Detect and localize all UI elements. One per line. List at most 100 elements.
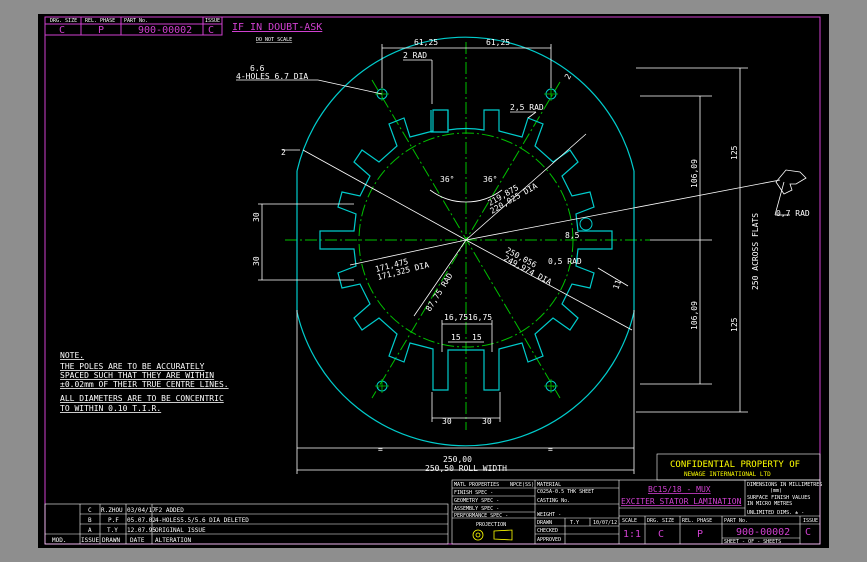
tb-drawn-date: 10/07/12 (593, 520, 617, 526)
hdr-issue: C (208, 25, 214, 36)
hdr-drg-size: C (59, 25, 65, 36)
dim-106-lower: 106,09 (690, 301, 699, 330)
rev-a-alteration: ORIGINAL ISSUE (155, 527, 206, 534)
tb-approved: APPROVED (537, 537, 561, 543)
tb-scale-label: SCALE (622, 518, 637, 524)
tb-units-2: (mm) (770, 488, 782, 494)
hdr-label-drg-size: DRG. SIZE (50, 18, 77, 24)
rev-footer-mod: MOD. (52, 537, 66, 544)
dim-16-75-right: 16,75 (468, 313, 492, 322)
tb-rel-phase-label: REL. PHASE (682, 518, 712, 524)
dim-angle-36-right: 36° (483, 175, 497, 184)
dim-roll-width: 250,50 ROLL WIDTH (425, 464, 507, 473)
rev-footer-drawn: DRAWN (102, 537, 120, 544)
dim-61-right: 61,25 (486, 38, 510, 47)
rev-footer-date: DATE (130, 537, 145, 544)
tb-geometry: GEOMETRY SPEC - (454, 498, 499, 504)
dim-equal-left: = (378, 445, 383, 454)
tb-checked: CHECKED (537, 528, 558, 534)
drawing-title-2: EXCITER STATOR LAMINATION (621, 497, 742, 506)
dim-30-bottom-right: 30 (482, 417, 492, 426)
projection-symbol (472, 529, 513, 541)
tb-casting: CASTING No. (537, 498, 570, 504)
cad-drawing: DRG. SIZE REL. PHASE PART No. ISSUE C P … (44, 16, 822, 545)
tb-finish: FINISH SPEC - (454, 490, 493, 496)
dim-2-5-rad: 2,5 RAD (510, 103, 544, 112)
rev-footer-issue: ISSUE (81, 537, 99, 544)
drawing-title-1: BC15/18 - MUX (648, 485, 711, 494)
dim-87-rad: 87,75 RAD (424, 271, 455, 313)
tb-rel-phase-val: P (697, 529, 703, 540)
dim-250-width: 250,00 (443, 455, 472, 464)
rev-c-drawn: R.ZHOU (101, 507, 123, 514)
tb-performance: PERFORMANCE SPEC - (454, 513, 508, 519)
detail-circle (579, 217, 593, 231)
notes-block: NOTE. THE POLES ARE TO BE ACCURATELY SPA… (60, 351, 229, 413)
dim-2-left: 2 (281, 148, 286, 157)
tb-part-val: 900-00002 (736, 527, 790, 538)
dim-30-lower: 30 (252, 256, 261, 266)
tb-sheet: SHEET - OF - SHEETS (724, 539, 781, 545)
detail-callout (775, 169, 807, 195)
dim-angle-36-left: 36° (440, 175, 454, 184)
dim-125-upper: 125 (730, 145, 739, 160)
dim-15-right: 15 (472, 333, 482, 342)
no-scale-note: DO NOT SCALE (256, 37, 292, 43)
tb-material-label: MATERIAL (537, 482, 561, 488)
rev-b-drawn: P.F (108, 517, 119, 524)
tb-scale-val: 1:1 (623, 529, 641, 540)
tb-weight: WEIGHT - (537, 512, 561, 518)
rev-b-issue: B (88, 517, 92, 524)
tb-issue-label: ISSUE (803, 518, 818, 524)
dim-30-bottom-left: 30 (442, 417, 452, 426)
tb-material-val: C025A-0.5 THK SHEET (537, 489, 594, 495)
dim-125-lower: 125 (730, 317, 739, 332)
dim-equal-right: = (548, 445, 553, 454)
tb-matl-props-val: NPCE(SS) (510, 482, 534, 488)
rev-c-issue: C (88, 507, 92, 514)
tb-drg-size-label: DRG. SIZE (647, 518, 674, 524)
dim-61-left: 61,25 (414, 38, 438, 47)
rev-a-issue: A (88, 527, 92, 534)
tb-units-1: DIMENSIONS IN MILLIMETRES (747, 482, 822, 488)
note-line-2: SPACED SUCH THAT THEY ARE WITHIN (60, 371, 214, 380)
note-line-3: ±0.02mm OF THEIR TRUE CENTRE LINES. (60, 380, 229, 389)
rev-c-alteration: F2 ADDED (155, 507, 184, 514)
company-name: NEWAGE INTERNATIONAL LTD (684, 471, 771, 478)
rev-b-date: 05.07.02 (127, 517, 156, 524)
tb-assembly: ASSEMBLY SPEC - (454, 506, 499, 512)
tb-surface-2: IN MICRO METRES (747, 501, 792, 507)
dim-8-5: 8,5 (565, 231, 580, 240)
rev-a-date: 12.07.95 (127, 527, 156, 534)
note-heading: NOTE. (60, 351, 84, 360)
tb-drg-size-val: C (658, 529, 664, 540)
centre-lines (285, 42, 650, 430)
dim-30-upper: 30 (252, 212, 261, 222)
confidential-label: CONFIDENTIAL PROPERTY OF (670, 460, 800, 470)
tb-drawn-label: DRAWN (537, 520, 552, 526)
rev-footer-alteration: ALTERATION (155, 537, 192, 544)
hdr-rel-phase: P (98, 25, 104, 36)
tb-issue-val: C (805, 527, 811, 538)
dim-4-holes: 4-HOLES 6.7 DIA (236, 72, 308, 81)
note-line-4: ALL DIAMETERS ARE TO BE CONCENTRIC (60, 394, 224, 403)
tb-unlimited: UNLIMITED DIMS. ± - (747, 510, 804, 516)
hdr-label-issue: ISSUE (205, 18, 220, 24)
tb-part-label: PART No. (724, 518, 748, 524)
tb-drawn-val: T.Y (570, 520, 579, 526)
rev-a-drawn: T.Y (107, 527, 118, 534)
rev-c-date: 03/04/17 (127, 507, 156, 514)
note-line-5: TO WITHIN 0.10 T.I.R. (60, 404, 161, 413)
hdr-label-rel-phase: REL. PHASE (85, 18, 115, 24)
dim-0-7-rad: 0,7 RAD (776, 209, 810, 218)
hdr-label-part-no: PART No. (124, 18, 148, 24)
dim-16-75-left: 16,75 (444, 313, 468, 322)
hdr-part-no: 900-00002 (138, 25, 192, 36)
dim-106-upper: 106,09 (690, 159, 699, 188)
dim-11: 11 (611, 278, 623, 290)
dim-15-left: 15 (451, 333, 461, 342)
drawing-sheet: DRG. SIZE REL. PHASE PART No. ISSUE C P … (38, 14, 829, 548)
tb-projection: PROJECTION (476, 522, 506, 528)
dim-250-across-flats: 250 ACROSS FLATS (751, 213, 760, 290)
dim-0-5-rad: 0,5 RAD (548, 257, 582, 266)
